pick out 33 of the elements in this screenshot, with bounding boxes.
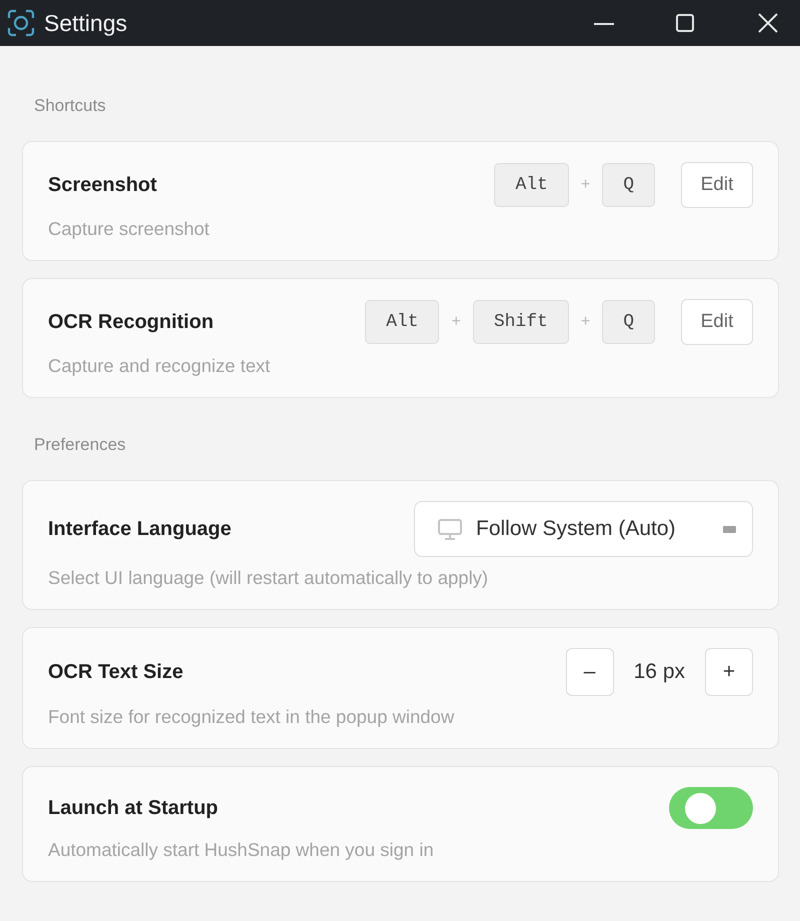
key-cap: Alt: [365, 300, 440, 344]
camera-frame-icon: [7, 9, 35, 37]
close-icon[interactable]: [758, 13, 778, 33]
setting-title: Interface Language: [48, 518, 232, 540]
monitor-icon: [438, 518, 462, 540]
key-cap: Q: [602, 163, 655, 207]
setting-title: Launch at Startup: [48, 796, 220, 820]
language-dropdown[interactable]: Follow System (Auto): [414, 501, 753, 557]
key-cap: Q: [602, 300, 655, 344]
setting-description: Font size for recognized text in the popup window: [48, 705, 456, 729]
size-value: 16 px: [634, 660, 685, 684]
plus-sign: +: [580, 176, 590, 194]
setting-description: Capture screenshot: [48, 217, 210, 241]
setting-description: Select UI language (will restart automatically to apply): [48, 566, 490, 590]
section-heading: Preferences: [33, 435, 127, 455]
setting-title: OCR Text Size: [48, 660, 184, 684]
key-cap: Alt: [494, 163, 569, 207]
maximize-icon[interactable]: [676, 14, 694, 32]
decrease-button[interactable]: –: [566, 648, 614, 696]
window-title: Settings: [44, 10, 128, 36]
setting-description: Automatically start HushSnap when you sign in: [48, 838, 435, 862]
setting-description: Capture and recognize text: [48, 354, 272, 378]
setting-title: Screenshot: [48, 174, 158, 196]
increase-button[interactable]: +: [705, 648, 753, 696]
plus-sign: +: [451, 313, 461, 331]
dropdown-icon: [723, 526, 736, 532]
edit-button[interactable]: Edit: [681, 299, 753, 345]
edit-button[interactable]: Edit: [681, 162, 753, 208]
setting-title: OCR Recognition: [48, 310, 215, 334]
key-cap: Shift: [472, 300, 569, 344]
section-heading: Shortcuts: [33, 96, 107, 116]
toggle-switch[interactable]: [669, 787, 753, 829]
plus-sign: +: [580, 313, 590, 331]
